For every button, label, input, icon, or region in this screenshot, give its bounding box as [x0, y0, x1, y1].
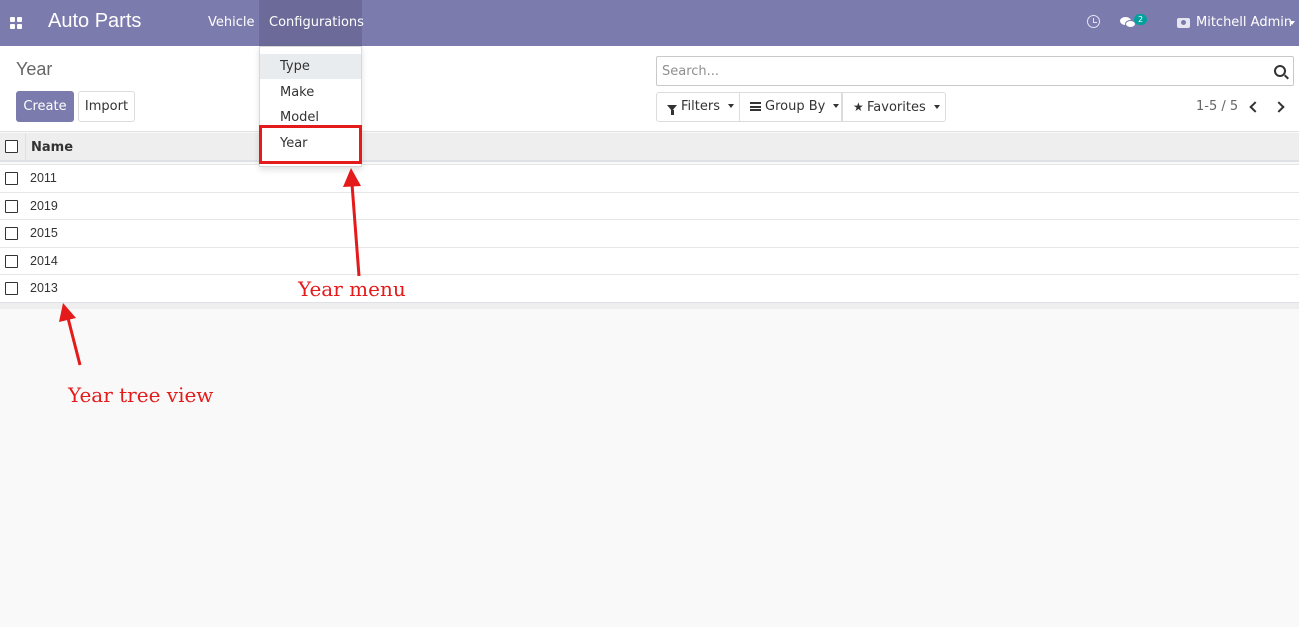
- cell-name: 2011: [30, 171, 57, 185]
- clock-icon[interactable]: [1087, 15, 1100, 28]
- favorites-button[interactable]: ★ Favorites: [842, 92, 946, 122]
- table-row[interactable]: 2011: [0, 164, 1299, 192]
- cell-name: 2015: [30, 226, 58, 241]
- messages-badge: 2: [1134, 14, 1147, 25]
- search-input[interactable]: [657, 57, 1262, 85]
- year-highlight-box: [259, 125, 362, 164]
- chevron-right-icon[interactable]: [1274, 99, 1286, 115]
- caret-down-icon: [727, 104, 734, 108]
- list-rows: 2011 2019 2015 2014 2013: [0, 164, 1299, 302]
- cell-name: 2014: [30, 253, 58, 268]
- annotation-year-menu: Year menu: [298, 277, 406, 301]
- import-button[interactable]: Import: [78, 91, 135, 122]
- dropdown-item-make[interactable]: Make: [260, 80, 361, 105]
- app-title[interactable]: Auto Parts: [48, 10, 141, 33]
- select-all-checkbox[interactable]: [5, 140, 18, 153]
- group-by-button[interactable]: Group By: [739, 92, 842, 122]
- favorites-label: Favorites: [867, 100, 926, 115]
- table-row[interactable]: 2014: [0, 246, 1299, 275]
- select-all-cell: [0, 133, 26, 162]
- cell-name: 2013: [30, 281, 58, 296]
- groupby-label: Group By: [765, 99, 826, 114]
- create-button[interactable]: Create: [16, 91, 74, 122]
- row-checkbox[interactable]: [5, 172, 18, 185]
- column-header-name[interactable]: Name: [31, 140, 73, 155]
- menu-configurations[interactable]: Configurations: [259, 0, 364, 46]
- row-checkbox[interactable]: [5, 199, 18, 213]
- chevron-down-icon: [1289, 21, 1295, 25]
- row-checkbox[interactable]: [5, 227, 18, 241]
- list-header: Name: [0, 133, 1299, 162]
- chevron-left-icon[interactable]: [1247, 99, 1259, 115]
- list-footer: [0, 302, 1299, 309]
- star-icon: ★: [853, 100, 864, 114]
- table-row[interactable]: 2019: [0, 191, 1299, 220]
- dropdown-item-type[interactable]: Type: [260, 54, 361, 79]
- filter-icon: [667, 105, 677, 115]
- camera-icon: [1177, 18, 1190, 28]
- table-row[interactable]: 2013: [0, 274, 1299, 302]
- filters-label: Filters: [681, 99, 720, 114]
- search-icon[interactable]: [1274, 65, 1286, 77]
- table-row[interactable]: 2015: [0, 219, 1299, 247]
- pager-value[interactable]: 1-5 / 5: [1196, 99, 1238, 114]
- menu-vehicle[interactable]: Vehicle: [198, 0, 265, 46]
- apps-grid-icon[interactable]: [10, 17, 22, 29]
- search-box: [656, 56, 1294, 86]
- arrow-tree-view: [59, 303, 82, 366]
- row-checkbox[interactable]: [5, 254, 18, 268]
- user-menu[interactable]: Mitchell Admin: [1196, 15, 1292, 30]
- top-navbar: Auto Parts Vehicle Configurations 2 Mitc…: [0, 0, 1299, 46]
- control-panel: Year Create Import Filters Group By ★Fav…: [0, 46, 1299, 132]
- caret-down-icon: [833, 104, 840, 108]
- bars-icon: [750, 102, 761, 111]
- breadcrumb: Year: [16, 59, 53, 79]
- cell-name: 2019: [30, 198, 58, 213]
- row-checkbox[interactable]: [5, 282, 18, 296]
- annotation-year-tree-view: Year tree view: [68, 383, 214, 407]
- filters-button[interactable]: Filters: [656, 92, 740, 122]
- caret-down-icon: [933, 105, 940, 109]
